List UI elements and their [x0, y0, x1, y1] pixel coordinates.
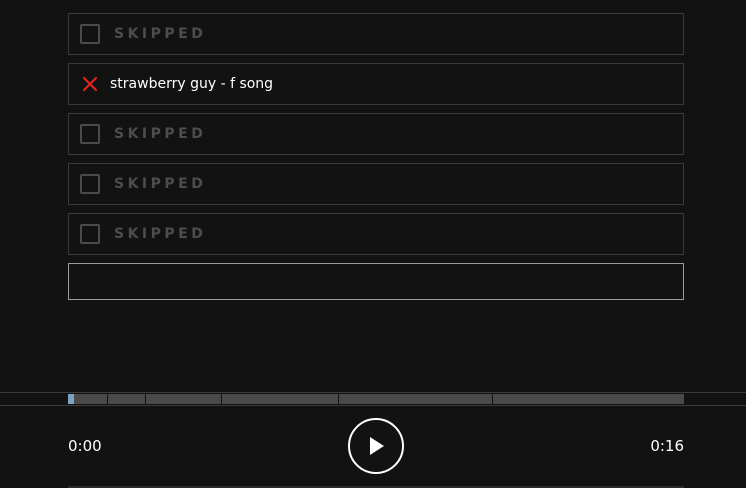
- guess-row-5: SKIPPED: [68, 213, 684, 255]
- guess-row-1: SKIPPED: [68, 13, 684, 55]
- skipped-label: SKIPPED: [114, 226, 207, 242]
- checkbox-icon: [80, 124, 100, 144]
- checkbox-icon: [80, 224, 100, 244]
- guess-row-3: SKIPPED: [68, 113, 684, 155]
- skipped-label: SKIPPED: [114, 126, 207, 142]
- segment-divider: [492, 394, 493, 404]
- guess-list: SKIPPED strawberry guy - f song SKIPPED …: [68, 13, 684, 263]
- guess-row-2: strawberry guy - f song: [68, 63, 684, 105]
- skipped-label: SKIPPED: [114, 26, 207, 42]
- play-button[interactable]: [348, 418, 404, 474]
- checkbox-icon: [80, 24, 100, 44]
- x-icon: [80, 74, 100, 94]
- segment-divider: [107, 394, 108, 404]
- segment-divider: [221, 394, 222, 404]
- current-time: 0:00: [68, 437, 102, 455]
- progress-bar-area: [0, 392, 746, 406]
- guess-text: strawberry guy - f song: [110, 76, 274, 92]
- segment-divider: [338, 394, 339, 404]
- progress-track[interactable]: [68, 394, 684, 404]
- total-time: 0:16: [650, 437, 684, 455]
- segment-divider: [145, 394, 146, 404]
- checkbox-icon: [80, 174, 100, 194]
- guess-row-4: SKIPPED: [68, 163, 684, 205]
- progress-fill: [68, 394, 75, 404]
- guess-input[interactable]: [68, 263, 684, 300]
- heardle-game: SKIPPED strawberry guy - f song SKIPPED …: [0, 0, 746, 488]
- play-icon: [370, 437, 384, 455]
- skipped-label: SKIPPED: [114, 176, 207, 192]
